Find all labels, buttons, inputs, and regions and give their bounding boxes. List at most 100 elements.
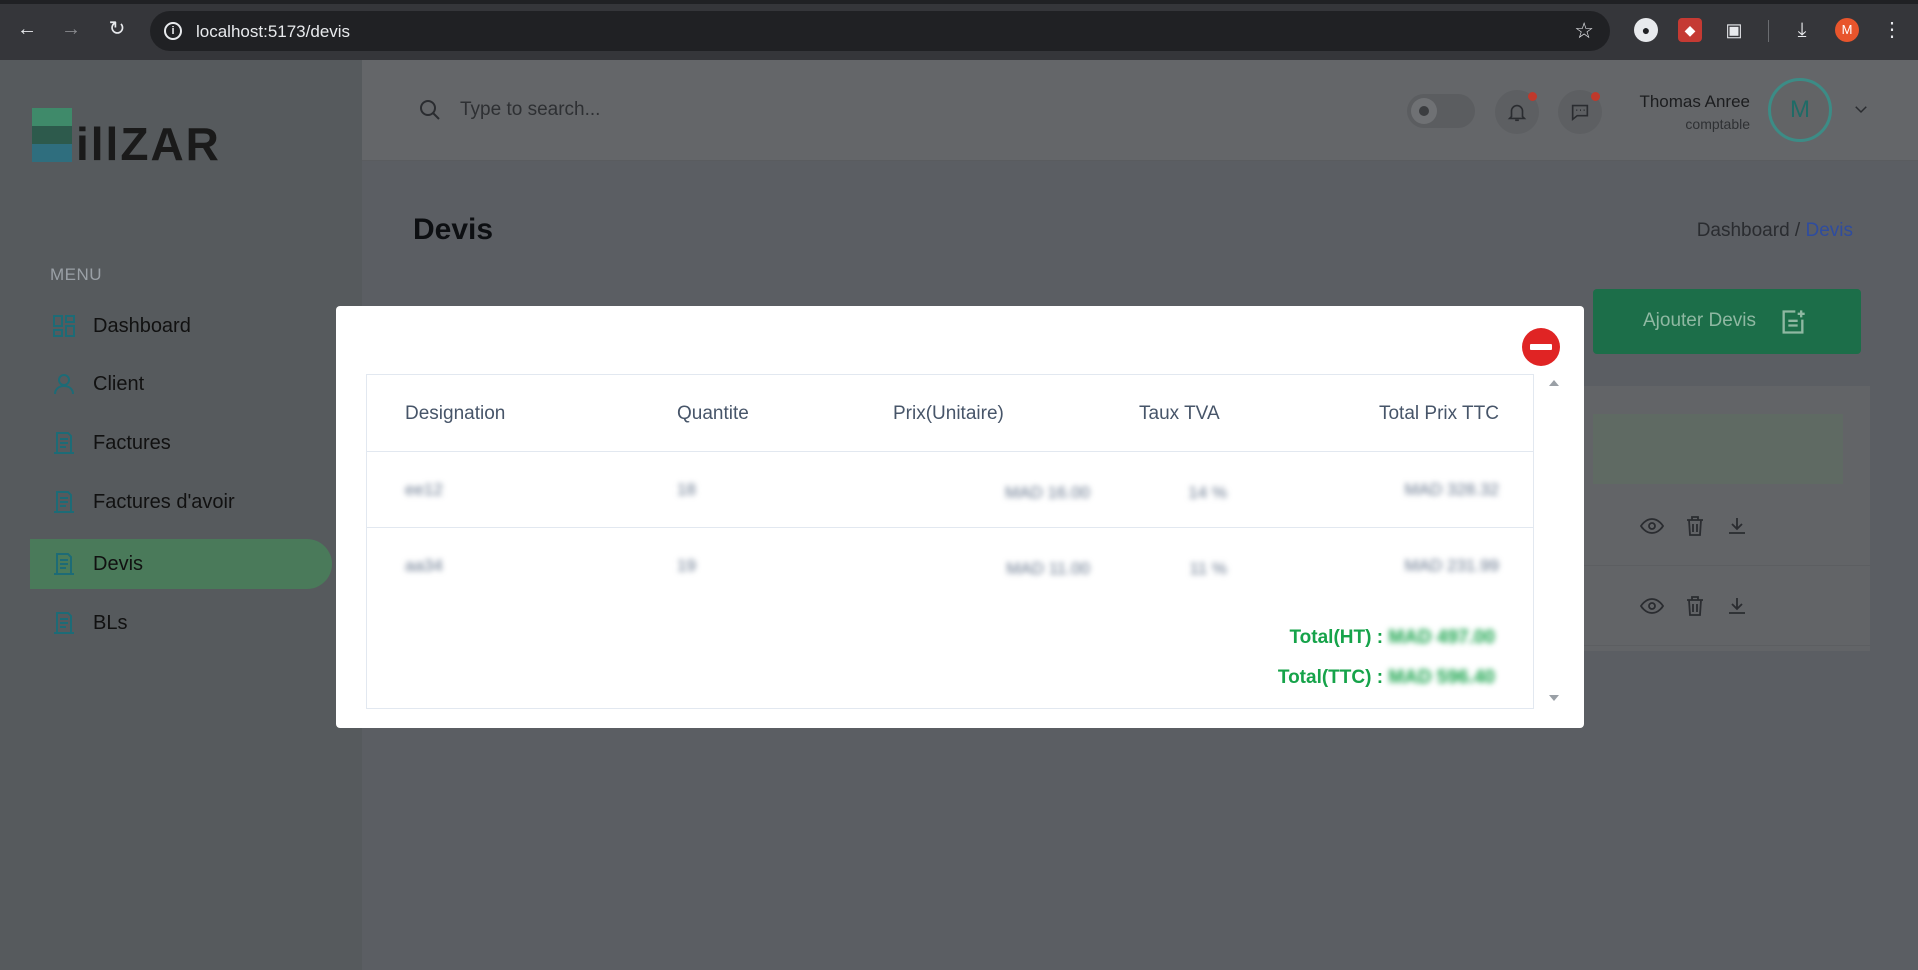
user-name[interactable]: Thomas Anree xyxy=(1639,92,1750,112)
browser-chrome: ← → ↻ i localhost:5173/devis ☆ ● ◆ ▣ ⤓ M… xyxy=(0,0,1918,60)
sidebar-item-label: Factures d'avoir xyxy=(93,491,235,513)
header: Thomas Anree comptable M xyxy=(362,60,1918,161)
table-row xyxy=(1583,486,1870,566)
reload-icon[interactable]: ↻ xyxy=(104,16,130,42)
sidebar: illZAR MENU Dashboard Client Factures Fa… xyxy=(0,60,362,970)
bookmark-star-icon[interactable]: ☆ xyxy=(1574,18,1594,44)
table-row xyxy=(1583,566,1870,646)
profile-avatar[interactable]: M xyxy=(1835,18,1859,42)
total-ht: Total(HT) : MAD 497.00 xyxy=(1289,627,1495,649)
add-devis-button[interactable]: Ajouter Devis xyxy=(1593,289,1861,354)
sidebar-item-label: Dashboard xyxy=(93,315,191,337)
sidebar-item-label: Devis xyxy=(93,553,144,575)
notification-dot xyxy=(1591,92,1600,101)
toolbar-divider xyxy=(1768,20,1769,42)
breadcrumb: Dashboard / Devis xyxy=(1697,220,1853,242)
sidebar-item-label: BLs xyxy=(93,612,128,634)
sidebar-item-label: Client xyxy=(93,373,145,395)
page-title: Devis xyxy=(413,213,494,246)
cell-quantite: 19 xyxy=(677,556,696,575)
sun-icon xyxy=(1411,98,1437,124)
table-row: aa34 19 MAD 11.00 11 % MAD 231.99 xyxy=(367,528,1533,604)
add-devis-label: Ajouter Devis xyxy=(1643,310,1756,331)
total-ttc: Total(TTC) : MAD 596.40 xyxy=(1278,667,1495,689)
notifications-button[interactable] xyxy=(1495,90,1539,134)
dark-mode-toggle[interactable] xyxy=(1407,94,1475,128)
cell-designation: ee12 xyxy=(405,480,443,499)
menu-title: MENU xyxy=(50,265,103,284)
table-header: Designation Quantite Prix(Unitaire) Taux… xyxy=(367,375,1533,452)
chevron-down-icon[interactable] xyxy=(1852,100,1870,118)
receipt-icon xyxy=(54,612,74,634)
svg-text:illZAR: illZAR xyxy=(76,118,221,170)
sidebar-item-dashboard[interactable]: Dashboard xyxy=(30,301,332,351)
chat-icon xyxy=(1571,104,1589,122)
sidebar-item-factures-avoir[interactable]: Factures d'avoir xyxy=(30,477,332,527)
scroll-up-arrow[interactable] xyxy=(1549,380,1559,386)
trash-icon[interactable] xyxy=(1683,594,1707,618)
close-modal-button[interactable] xyxy=(1522,328,1560,366)
extension-icon[interactable]: ● xyxy=(1634,18,1658,42)
search-input[interactable] xyxy=(460,94,860,126)
devis-lines-table: Designation Quantite Prix(Unitaire) Taux… xyxy=(366,374,1534,709)
cell-designation: aa34 xyxy=(405,556,443,575)
column-header-prix: Prix(Unitaire) xyxy=(893,403,1004,424)
bell-icon xyxy=(1507,104,1527,122)
extension-icon[interactable]: ◆ xyxy=(1678,18,1702,42)
cell-tva: 14 % xyxy=(1188,483,1227,502)
forward-icon[interactable]: → xyxy=(58,16,84,42)
breadcrumb-link-dashboard[interactable]: Dashboard / xyxy=(1697,220,1801,241)
add-document-icon xyxy=(1782,310,1805,334)
devis-details-modal: Designation Quantite Prix(Unitaire) Taux… xyxy=(336,306,1584,728)
url-text[interactable]: localhost:5173/devis xyxy=(196,22,350,42)
column-header-total: Total Prix TTC xyxy=(1378,403,1499,424)
download-icon[interactable] xyxy=(1725,594,1749,618)
total-ht-label: Total(HT) : xyxy=(1289,627,1384,648)
sidebar-item-bls[interactable]: BLs xyxy=(30,598,332,648)
receipt-icon xyxy=(54,553,74,575)
cell-prix: MAD 11.00 xyxy=(1006,559,1090,578)
tab-strip xyxy=(0,0,1918,4)
cell-prix: MAD 16.00 xyxy=(1004,483,1090,502)
browser-menu-icon[interactable]: ⋮ xyxy=(1880,18,1904,42)
eye-icon[interactable] xyxy=(1640,514,1664,538)
devis-table-card xyxy=(1583,386,1870,651)
user-role: comptable xyxy=(1685,116,1750,132)
sidebar-item-label: Factures xyxy=(93,432,171,454)
sidebar-item-devis[interactable]: Devis xyxy=(30,539,332,589)
scroll-down-arrow[interactable] xyxy=(1549,695,1559,701)
total-ttc-value: MAD 596.40 xyxy=(1388,667,1495,688)
modal-scrollbar[interactable] xyxy=(1546,374,1562,709)
total-ht-value: MAD 497.00 xyxy=(1388,627,1495,648)
download-icon[interactable] xyxy=(1725,514,1749,538)
cell-total: MAD 231.99 xyxy=(1404,556,1500,575)
breadcrumb-current: Devis xyxy=(1805,220,1853,241)
puzzle-icon[interactable]: ▣ xyxy=(1722,18,1746,42)
site-info-icon[interactable]: i xyxy=(164,22,182,40)
billzar-logo: illZAR xyxy=(32,108,221,170)
column-header-quantite: Quantite xyxy=(677,403,749,424)
back-icon[interactable]: ← xyxy=(14,16,40,42)
eye-icon[interactable] xyxy=(1640,594,1664,618)
sidebar-item-factures[interactable]: Factures xyxy=(30,418,332,468)
download-icon[interactable]: ⤓ xyxy=(1790,18,1814,42)
trash-icon[interactable] xyxy=(1683,514,1707,538)
receipt-icon xyxy=(54,491,74,513)
address-bar[interactable]: i localhost:5173/devis ☆ xyxy=(150,11,1610,51)
cell-total: MAD 328.32 xyxy=(1404,480,1500,499)
messages-button[interactable] xyxy=(1558,90,1602,134)
avatar[interactable]: M xyxy=(1768,78,1832,142)
column-header-tva: Taux TVA xyxy=(1139,403,1220,424)
notification-dot xyxy=(1528,92,1537,101)
table-header xyxy=(1593,414,1843,484)
table-row: ee12 18 MAD 16.00 14 % MAD 328.32 xyxy=(367,452,1533,528)
user-icon xyxy=(54,374,74,395)
cell-quantite: 18 xyxy=(677,480,696,499)
sidebar-item-client[interactable]: Client xyxy=(30,359,332,409)
dashboard-icon xyxy=(53,315,75,337)
receipt-icon xyxy=(54,432,74,454)
column-header-designation: Designation xyxy=(405,403,506,424)
cell-tva: 11 % xyxy=(1189,559,1228,578)
total-ttc-label: Total(TTC) : xyxy=(1277,667,1384,688)
search-icon xyxy=(420,100,440,120)
